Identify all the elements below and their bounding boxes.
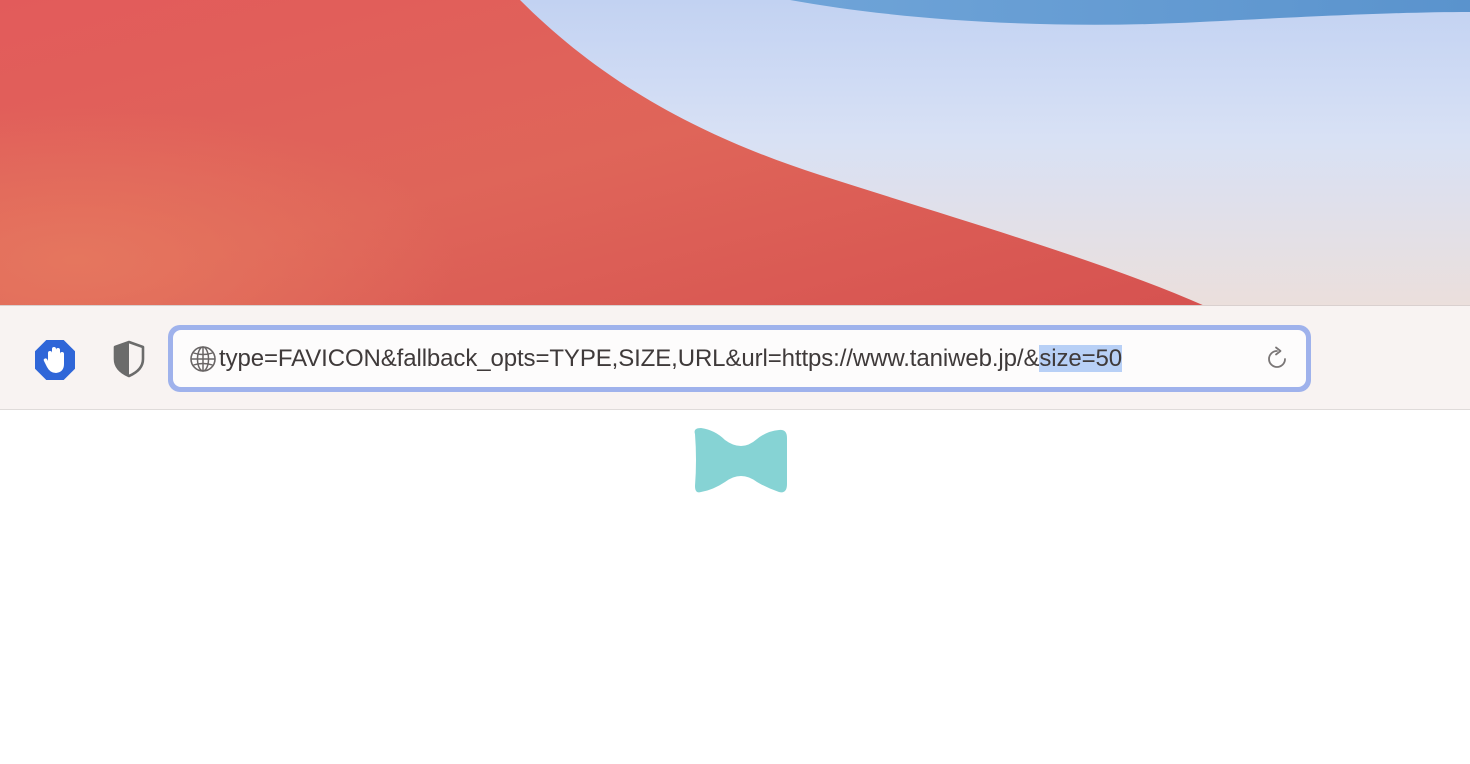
url-text-selection: size=50 [1039, 344, 1123, 372]
address-bar-focus-ring: type=FAVICON&fallback_opts=TYPE,SIZE,URL… [168, 325, 1311, 392]
url-text-prefix: type=FAVICON&fallback_opts=TYPE,SIZE,URL… [219, 344, 1040, 372]
hand-stop-icon [35, 340, 75, 380]
globe-icon [190, 345, 216, 372]
adblock-extension-button[interactable] [34, 339, 76, 381]
browser-screen: type=FAVICON&fallback_opts=TYPE,SIZE,URL… [0, 0, 1470, 764]
desktop-wallpaper [0, 0, 1470, 306]
browser-toolbar: type=FAVICON&fallback_opts=TYPE,SIZE,URL… [0, 305, 1470, 410]
url-input[interactable]: type=FAVICON&fallback_opts=TYPE,SIZE,URL… [219, 344, 1250, 374]
address-bar[interactable]: type=FAVICON&fallback_opts=TYPE,SIZE,URL… [173, 330, 1306, 387]
bowtie-favicon [694, 428, 787, 493]
privacy-report-button[interactable] [110, 339, 148, 379]
shield-half-icon [113, 340, 145, 378]
reload-icon[interactable] [1264, 346, 1290, 372]
page-content [0, 410, 1470, 764]
